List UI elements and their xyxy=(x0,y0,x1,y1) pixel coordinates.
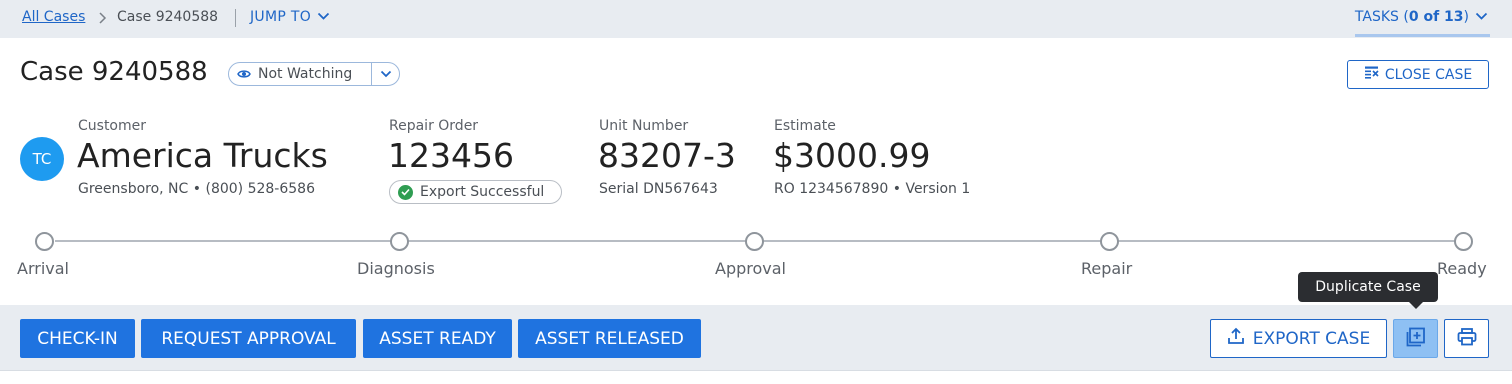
eye-icon xyxy=(237,67,251,81)
check-in-button[interactable]: CHECK-IN xyxy=(20,319,135,358)
customer-phone: (800) 528-6586 xyxy=(205,181,315,197)
print-button[interactable] xyxy=(1444,319,1489,358)
tasks-label: TASKS (0 of 13) xyxy=(1354,9,1469,25)
duplicate-case-button[interactable] xyxy=(1393,319,1438,358)
step-label-arrival: Arrival xyxy=(17,259,69,278)
step-label-approval: Approval xyxy=(715,259,786,278)
step-label-diagnosis: Diagnosis xyxy=(357,259,435,278)
step-dot-repair xyxy=(1100,232,1119,251)
estimate-ro: RO 1234567890 xyxy=(774,181,889,197)
step-label-repair: Repair xyxy=(1081,259,1133,278)
breadcrumb-all-cases[interactable]: All Cases xyxy=(22,9,85,25)
chevron-right-icon xyxy=(98,10,110,24)
watch-dropdown[interactable] xyxy=(371,63,399,85)
separator-dot: • xyxy=(888,181,906,197)
tooltip-arrow xyxy=(1409,302,1423,309)
unit-serial: Serial DN567643 xyxy=(599,181,718,197)
separator-dot: • xyxy=(188,181,206,197)
estimate-version: Version 1 xyxy=(905,181,971,197)
export-case-button[interactable]: EXPORT CASE xyxy=(1210,319,1387,358)
unit-number-label: Unit Number xyxy=(599,118,689,134)
close-case-icon xyxy=(1364,65,1379,84)
page-title: Case 9240588 xyxy=(20,57,208,87)
repair-order-label: Repair Order xyxy=(389,118,479,134)
step-label-ready: Ready xyxy=(1437,259,1487,278)
check-circle-icon xyxy=(398,184,413,200)
estimate-amount: $3000.99 xyxy=(773,136,931,175)
estimate-details: RO 1234567890 • Version 1 xyxy=(774,181,970,197)
breadcrumb-current: Case 9240588 xyxy=(117,9,219,25)
repair-order-number: 123456 xyxy=(388,136,514,175)
step-dot-arrival xyxy=(35,232,54,251)
request-approval-button[interactable]: REQUEST APPROVAL xyxy=(141,319,356,358)
watch-toggle[interactable]: Not Watching xyxy=(228,62,400,86)
step-dot-approval xyxy=(745,232,764,251)
step-dot-ready xyxy=(1454,232,1473,251)
unit-number: 83207-3 xyxy=(598,136,736,175)
jump-to-label: JUMP TO xyxy=(250,9,312,25)
asset-released-button[interactable]: ASSET RELEASED xyxy=(518,319,701,358)
chevron-down-icon xyxy=(1475,9,1488,25)
export-status-badge: Export Successful xyxy=(389,180,562,204)
chevron-down-icon xyxy=(317,9,330,25)
jump-to-menu[interactable]: JUMP TO xyxy=(250,9,330,25)
close-case-button[interactable]: CLOSE CASE xyxy=(1347,60,1489,89)
customer-location: Greensboro, NC xyxy=(78,181,189,197)
export-status-label: Export Successful xyxy=(420,184,545,200)
asset-ready-button[interactable]: ASSET READY xyxy=(363,319,512,358)
customer-contact: Greensboro, NC • (800) 528-6586 xyxy=(78,181,315,197)
avatar: TC xyxy=(20,137,64,181)
tasks-underline xyxy=(1355,34,1490,37)
tasks-menu[interactable]: TASKS (0 of 13) xyxy=(1355,9,1488,25)
estimate-label: Estimate xyxy=(774,118,836,134)
upload-icon xyxy=(1227,327,1245,350)
export-case-label: EXPORT CASE xyxy=(1252,328,1371,349)
breadcrumb-divider xyxy=(235,9,236,27)
customer-name: America Trucks xyxy=(77,136,328,175)
print-icon xyxy=(1457,327,1477,350)
chevron-down-icon xyxy=(380,70,391,78)
close-case-label: CLOSE CASE xyxy=(1384,66,1473,83)
step-dot-diagnosis xyxy=(390,232,409,251)
duplicate-icon xyxy=(1406,327,1426,351)
divider xyxy=(0,370,1512,371)
watch-label: Not Watching xyxy=(258,66,353,82)
customer-label: Customer xyxy=(78,118,147,134)
top-bar xyxy=(0,0,1512,38)
duplicate-case-tooltip: Duplicate Case xyxy=(1298,272,1438,302)
